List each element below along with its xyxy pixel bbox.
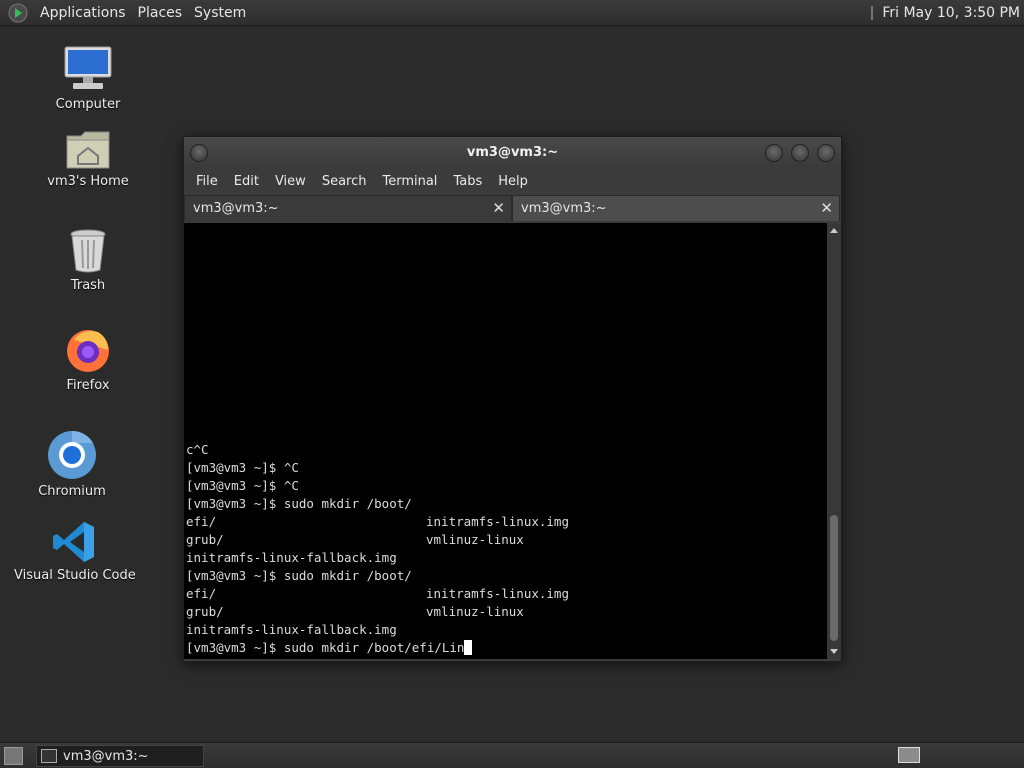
home-folder-icon <box>66 131 110 169</box>
chromium-icon <box>48 430 96 479</box>
terminal-line: initramfs-linux-fallback.img <box>186 622 397 637</box>
desktop-icon-computer[interactable]: Computer <box>50 45 126 112</box>
desktop-icon-vscode[interactable]: Visual Studio Code <box>14 520 136 583</box>
desktop-icon-firefox[interactable]: Firefox <box>50 326 126 393</box>
terminal-line: grub/vmlinuz-linux <box>186 604 524 619</box>
terminal-line: [vm3@vm3 ~]$ sudo mkdir /boot/ <box>186 568 412 583</box>
terminal-line: efi/initramfs-linux.img <box>186 586 569 601</box>
desktop-icon-label: Computer <box>55 97 121 112</box>
terminal-scrollbar[interactable] <box>827 223 841 659</box>
terminal-line: [vm3@vm3 ~]$ sudo mkdir /boot/ <box>186 496 412 511</box>
terminal-icon <box>41 749 57 763</box>
desktop-icon-label: Visual Studio Code <box>14 568 136 583</box>
desktop-icon-trash[interactable]: Trash <box>50 228 126 293</box>
manjaro-menu-icon[interactable] <box>8 3 28 23</box>
tab-bar: vm3@vm3:~ ✕ vm3@vm3:~ ✕ <box>184 195 841 223</box>
terminal-line: [vm3@vm3 ~]$ ^C <box>186 460 299 475</box>
scroll-down-icon[interactable] <box>830 649 838 654</box>
desktop-icon-label: Chromium <box>38 484 106 499</box>
bottom-panel: vm3@vm3:~ <box>0 742 1024 768</box>
menu-view[interactable]: View <box>267 174 314 189</box>
terminal-line: initramfs-linux-fallback.img <box>186 550 397 565</box>
terminal-line: [vm3@vm3 ~]$ ^C <box>186 478 299 493</box>
clock[interactable]: Fri May 10, 3:50 PM <box>868 0 1024 25</box>
places-menu[interactable]: Places <box>132 5 189 21</box>
terminal-output[interactable]: c^C [vm3@vm3 ~]$ ^C [vm3@vm3 ~]$ ^C [vm3… <box>184 223 827 659</box>
minimize-icon[interactable] <box>765 144 783 162</box>
menu-search[interactable]: Search <box>314 174 375 189</box>
scroll-up-icon[interactable] <box>830 228 838 233</box>
terminal-lines: c^C [vm3@vm3 ~]$ ^C [vm3@vm3 ~]$ ^C [vm3… <box>186 441 569 657</box>
menu-help[interactable]: Help <box>490 174 536 189</box>
scrollbar-thumb[interactable] <box>830 515 838 641</box>
desktop-icon-label: vm3's Home <box>47 174 129 189</box>
tab-close-icon[interactable]: ✕ <box>820 199 833 217</box>
firefox-icon <box>67 330 109 372</box>
desktop-icon-home[interactable]: vm3's Home <box>46 128 130 189</box>
taskbar-item-label: vm3@vm3:~ <box>63 748 149 764</box>
show-desktop-icon[interactable] <box>4 747 23 765</box>
workspace-switcher[interactable] <box>898 747 920 763</box>
terminal-line: grub/vmlinuz-linux <box>186 532 524 547</box>
terminal-window[interactable]: vm3@vm3:~ File Edit View Search Terminal… <box>183 136 842 662</box>
terminal-line: c^C <box>186 442 209 457</box>
desktop-icon-label: Trash <box>70 278 106 293</box>
desktop-icon-label: Firefox <box>66 378 110 393</box>
tab-close-icon[interactable]: ✕ <box>492 199 505 217</box>
menu-terminal[interactable]: Terminal <box>374 174 445 189</box>
tab-1[interactable]: vm3@vm3:~ ✕ <box>184 195 512 221</box>
terminal-line: efi/initramfs-linux.img <box>186 514 569 529</box>
menu-tabs[interactable]: Tabs <box>445 174 490 189</box>
menubar: File Edit View Search Terminal Tabs Help <box>184 167 841 195</box>
trash-icon <box>70 229 106 273</box>
window-title: vm3@vm3:~ <box>466 144 559 160</box>
menu-file[interactable]: File <box>188 174 226 189</box>
tab-label: vm3@vm3:~ <box>193 201 279 216</box>
vscode-icon <box>53 522 94 562</box>
computer-icon <box>64 46 112 89</box>
tab-label: vm3@vm3:~ <box>521 201 607 216</box>
terminal-input-line[interactable]: [vm3@vm3 ~]$ sudo mkdir /boot/efi/Lin <box>186 639 473 657</box>
desktop-icon-chromium[interactable]: Chromium <box>34 430 110 499</box>
panel-separator-icon <box>871 5 874 20</box>
maximize-icon[interactable] <box>791 144 809 162</box>
window-menu-icon[interactable] <box>190 144 208 162</box>
tab-2[interactable]: vm3@vm3:~ ✕ <box>512 195 840 221</box>
taskbar-item-terminal[interactable]: vm3@vm3:~ <box>36 745 204 767</box>
menu-edit[interactable]: Edit <box>226 174 267 189</box>
applications-menu[interactable]: Applications <box>34 5 132 21</box>
clock-text: Fri May 10, 3:50 PM <box>882 4 1020 21</box>
window-titlebar[interactable]: vm3@vm3:~ <box>184 137 841 167</box>
top-panel: Applications Places System Fri May 10, 3… <box>0 0 1024 26</box>
close-icon[interactable] <box>817 144 835 162</box>
terminal-cursor <box>464 640 473 655</box>
system-menu[interactable]: System <box>188 5 252 21</box>
